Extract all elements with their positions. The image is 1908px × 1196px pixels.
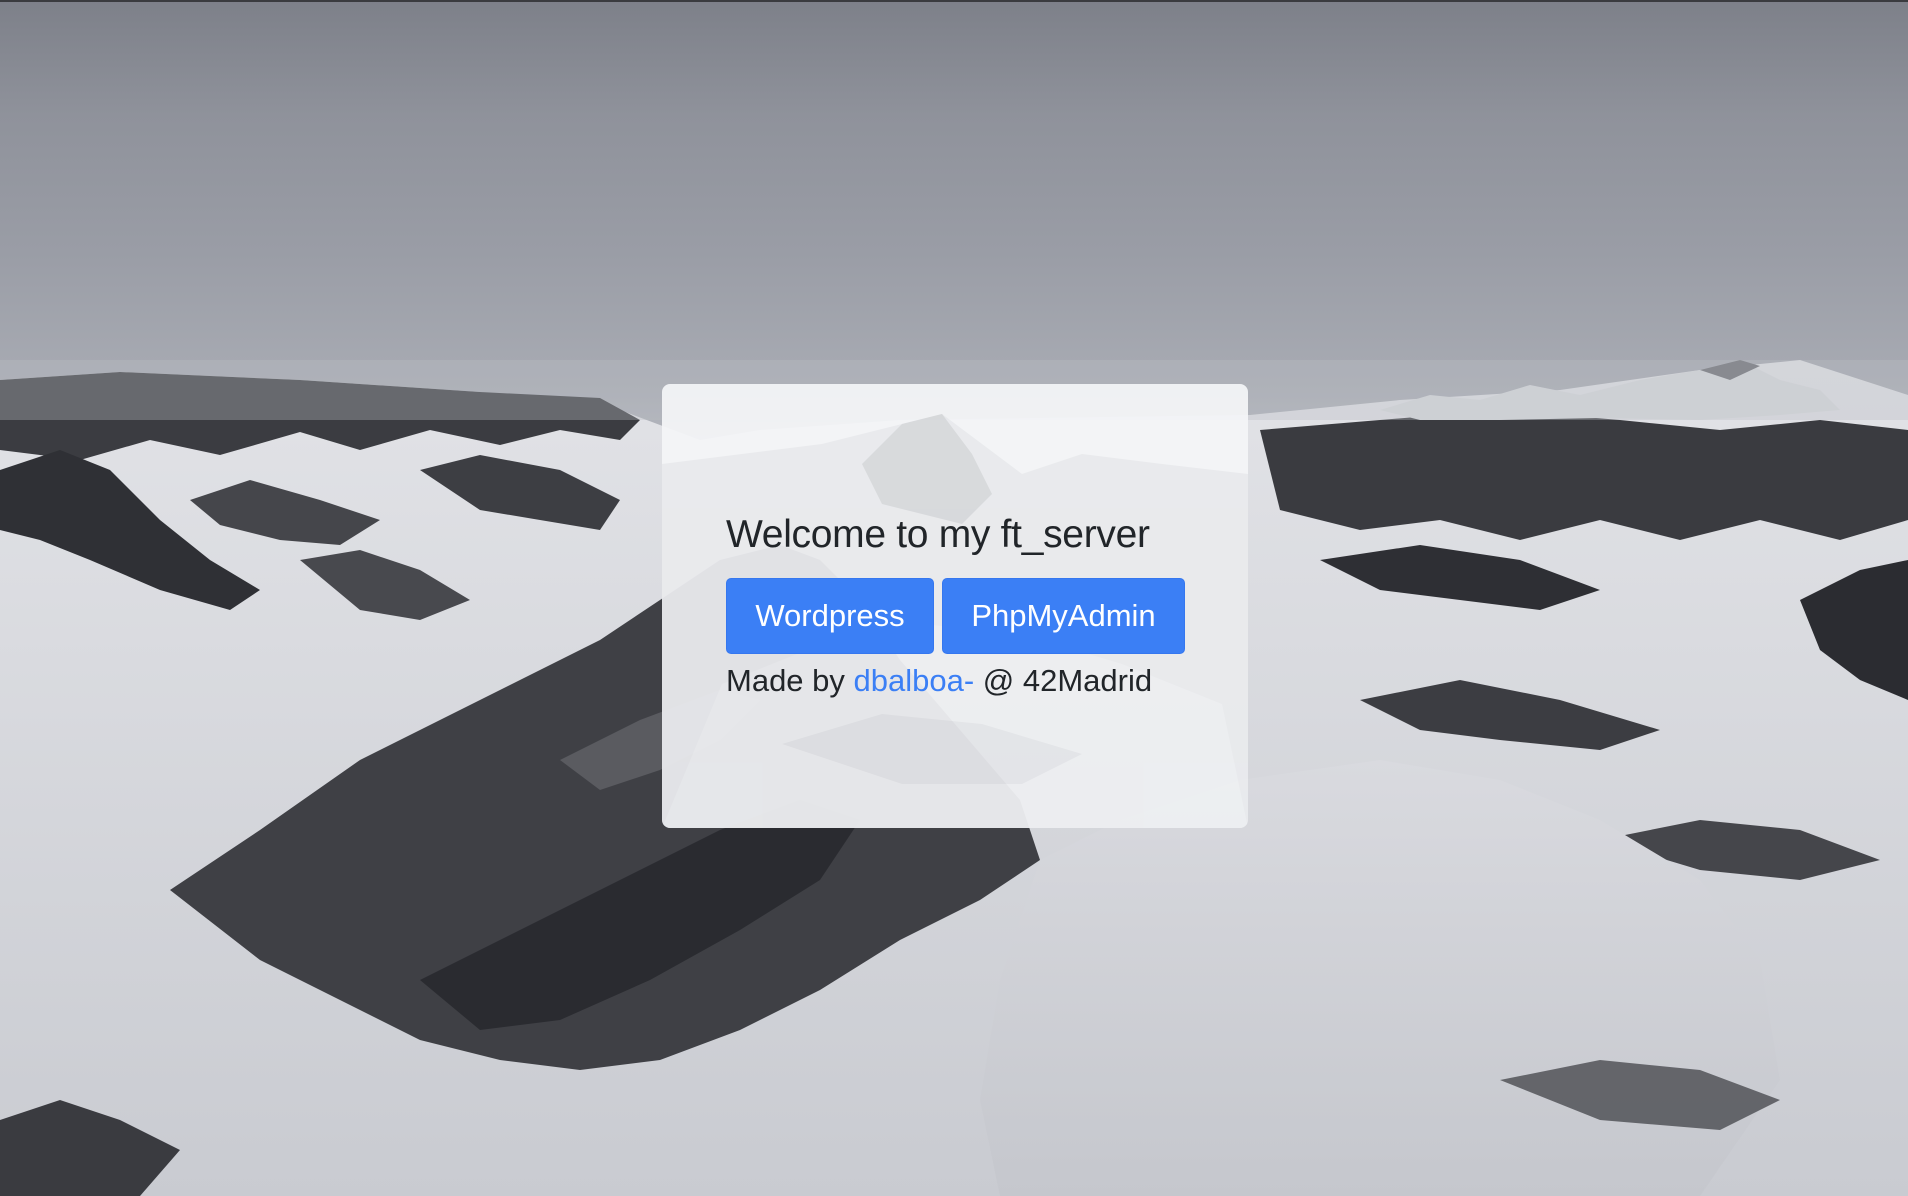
wordpress-button[interactable]: Wordpress <box>726 577 934 654</box>
credit-suffix: @ 42Madrid <box>974 662 1153 698</box>
author-link[interactable]: dbalboa- <box>854 663 975 698</box>
card-content: Welcome to my ft_server Wordpress PhpMyA… <box>726 512 1196 701</box>
credit-prefix: Made by <box>726 662 854 698</box>
page-title: Welcome to my ft_server <box>726 513 1150 556</box>
top-border <box>0 0 1908 2</box>
credit-line: Made by dbalboa- @ 42Madrid <box>726 661 1196 701</box>
phpmyadmin-button[interactable]: PhpMyAdmin <box>942 577 1185 654</box>
page-background: Welcome to my ft_server Wordpress PhpMyA… <box>0 0 1908 1196</box>
button-group: Wordpress PhpMyAdmin <box>726 577 1196 654</box>
welcome-card: Welcome to my ft_server Wordpress PhpMyA… <box>662 384 1248 828</box>
